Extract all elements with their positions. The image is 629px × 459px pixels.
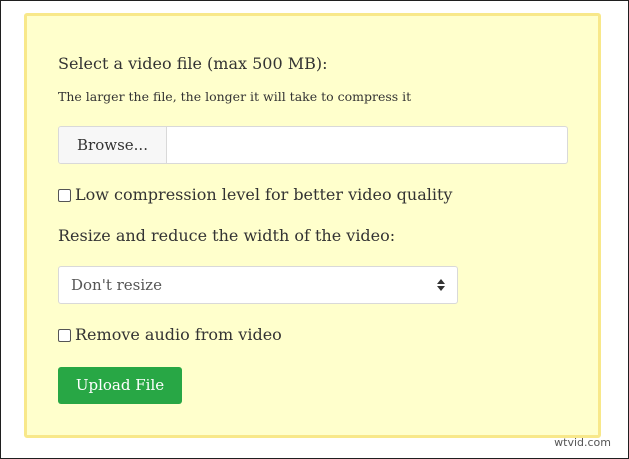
upload-file-button[interactable]: Upload File <box>58 367 182 404</box>
resize-select-value: Don't resize <box>71 276 162 294</box>
upload-form-panel: Select a video file (max 500 MB): The la… <box>24 13 601 438</box>
remove-audio-label[interactable]: Remove audio from video <box>75 325 282 345</box>
resize-label: Resize and reduce the width of the video… <box>58 226 396 245</box>
site-watermark: wtvid.com <box>554 436 611 449</box>
low-compression-label[interactable]: Low compression level for better video q… <box>75 185 452 205</box>
low-compression-checkbox[interactable] <box>58 188 71 202</box>
file-name-field[interactable] <box>167 127 567 163</box>
file-size-hint: The larger the file, the longer it will … <box>58 89 412 104</box>
file-input-group[interactable]: Browse... <box>58 126 568 164</box>
remove-audio-checkbox[interactable] <box>58 328 71 342</box>
sort-arrows-icon <box>437 279 445 291</box>
low-compression-option[interactable]: Low compression level for better video q… <box>58 185 452 205</box>
file-select-label: Select a video file (max 500 MB): <box>58 54 328 73</box>
resize-select[interactable]: Don't resize <box>58 266 458 304</box>
browse-button[interactable]: Browse... <box>59 127 167 163</box>
remove-audio-option[interactable]: Remove audio from video <box>58 325 282 345</box>
